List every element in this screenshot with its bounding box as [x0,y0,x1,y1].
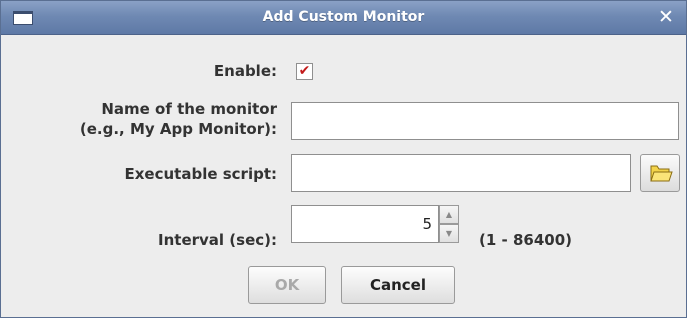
folder-icon [650,165,673,182]
enable-label: Enable: [213,62,277,80]
interval-spin-down-button[interactable]: ▼ [439,224,459,243]
title-bar[interactable]: Add Custom Monitor ✕ [1,1,686,35]
check-icon: ✔ [298,63,311,79]
monitor-name-label-line2: (e.g., My App Monitor): [79,120,277,138]
interval-label: Interval (sec): [158,231,277,249]
monitor-name-field[interactable] [291,102,679,140]
chevron-down-icon: ▼ [445,229,453,238]
executable-script-label: Executable script: [124,165,278,183]
ok-button[interactable]: OK [248,266,326,304]
cancel-button[interactable]: Cancel [341,266,455,304]
add-custom-monitor-dialog: Add Custom Monitor ✕ Enable: ✔ Name of t… [0,0,687,318]
monitor-name-label-line1: Name of the monitor [101,100,277,118]
interval-field[interactable]: 5 [291,205,439,243]
interval-range-hint: (1 - 86400) [479,231,573,249]
browse-button[interactable] [640,154,680,192]
window-title: Add Custom Monitor [262,9,425,25]
interval-spin-up-button[interactable]: ▲ [439,205,459,224]
executable-script-field[interactable] [291,154,631,192]
enable-checkbox[interactable]: ✔ [296,63,313,80]
chevron-up-icon: ▲ [445,210,453,219]
close-button[interactable]: ✕ [656,7,676,27]
close-icon: ✕ [658,6,674,28]
